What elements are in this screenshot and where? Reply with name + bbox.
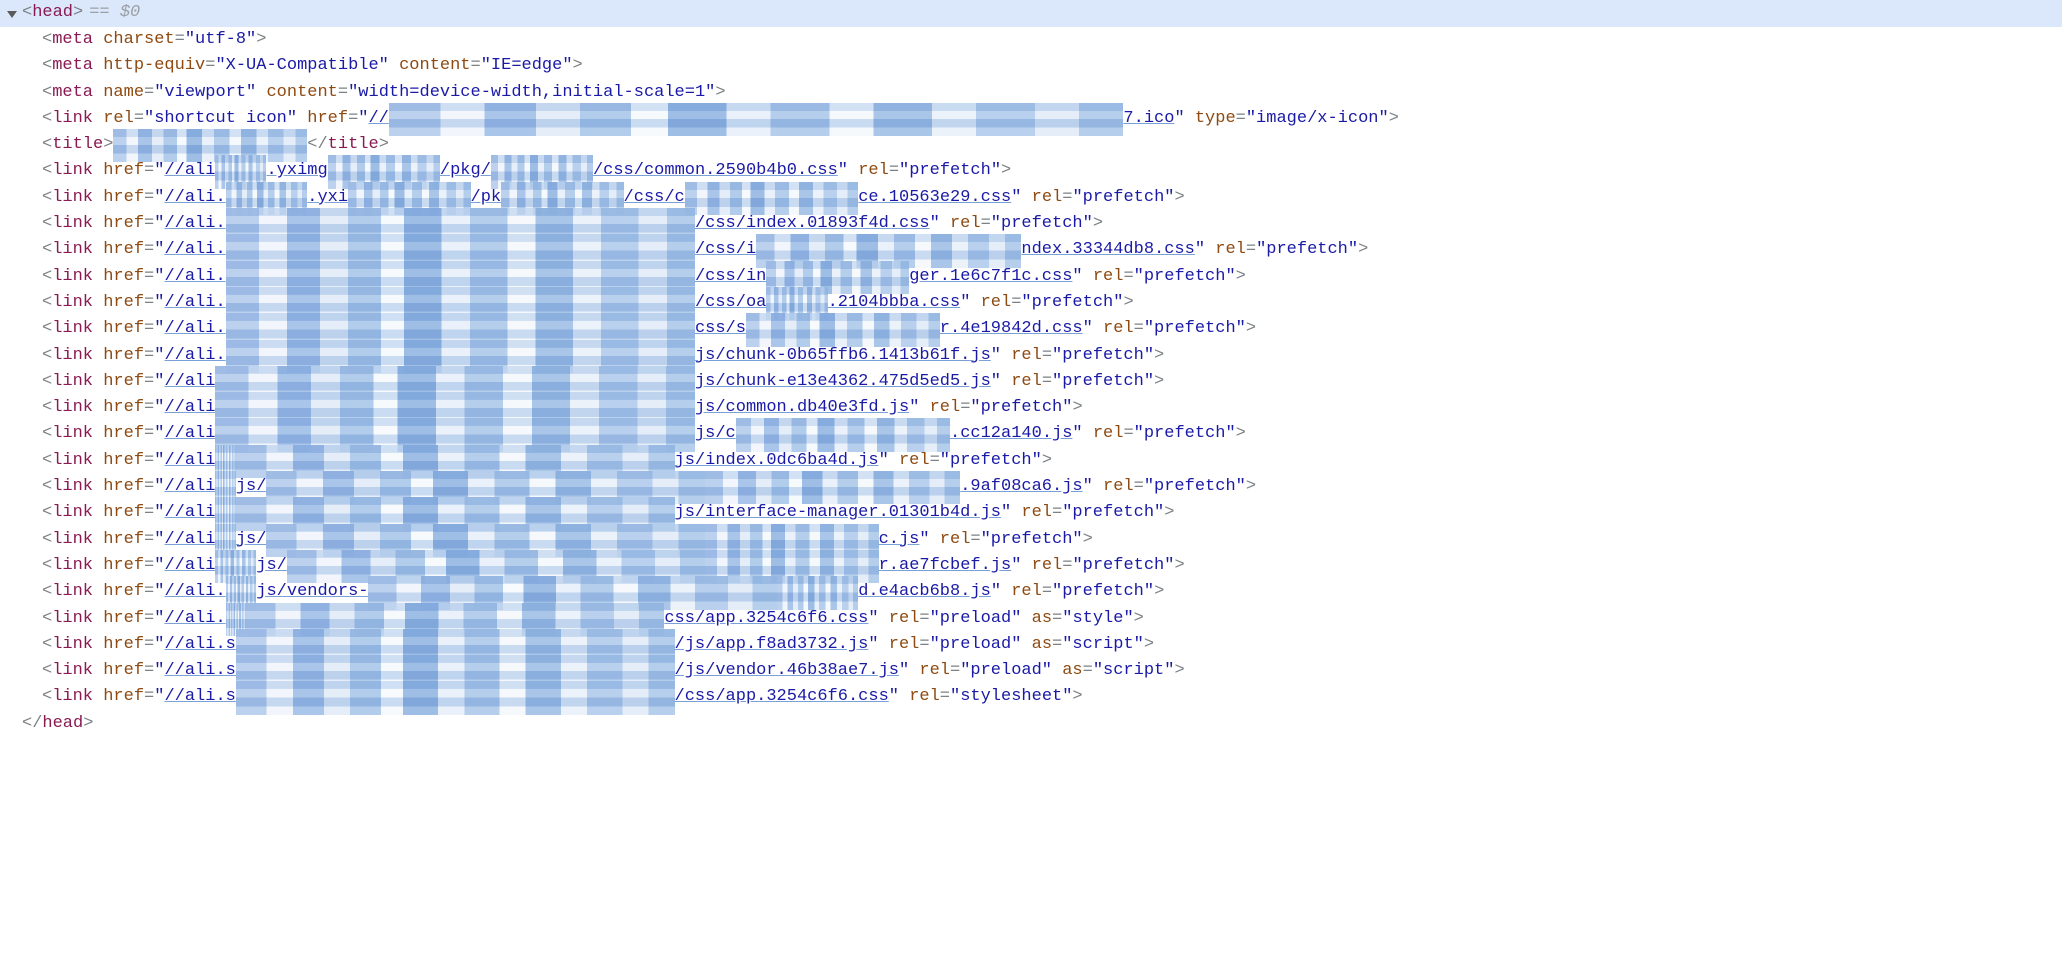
link-tag-17[interactable]: <link href="//ali.xxxxxxxxxxxxxxxxxxxxxx…	[42, 606, 2062, 632]
title-tag[interactable]: <title>xxxxxxxxxxxxxxxxxxx</title>	[42, 132, 2062, 158]
link-tag-14[interactable]: <link href="//alitxjs/xxxxxxxxxxxxxxxxxx…	[42, 527, 2062, 553]
head-children: <meta charset="utf-8"><meta http-equiv="…	[0, 27, 2062, 711]
link-tag-7[interactable]: <link href="//ali.xxxxxxxxxxxxxxxxxxxxxx…	[42, 343, 2062, 369]
link-tag-18[interactable]: <link href="//ali.sxxxxxxxxxxxxxxxxxxxxx…	[42, 632, 2062, 658]
link-tag-3[interactable]: <link href="//ali.xxxxxxxxxxxxxxxxxxxxxx…	[42, 237, 2062, 263]
link-tag-16[interactable]: <link href="//ali.xtxjs/vendors-xxxxxxxx…	[42, 579, 2062, 605]
selection-indicator: == $0	[89, 0, 140, 26]
meta-tag-1[interactable]: <meta http-equiv="X-UA-Compatible" conte…	[42, 53, 2062, 79]
expand-arrow-icon[interactable]	[7, 11, 17, 18]
link-tag-19[interactable]: <link href="//ali.sxxxxxxxxxxxxxxxxxxxxx…	[42, 658, 2062, 684]
link-tag-4[interactable]: <link href="//ali.xxxxxxxxxxxxxxxxxxxxxx…	[42, 264, 2062, 290]
link-tag-20[interactable]: <link href="//ali.sxxxxxxxxxxxxxxxxxxxxx…	[42, 684, 2062, 710]
link-tag-8[interactable]: <link href="//alixxxxxxxxxxxxxxxxxxxxxxx…	[42, 369, 2062, 395]
link-tag-15[interactable]: <link href="//alixtatjs/xxxxxxxxxxxxxxxx…	[42, 553, 2062, 579]
link-tag-0[interactable]: <link href="//alixxxxx.yximgxxxxxxxxxxx/…	[42, 158, 2062, 184]
meta-tag-0[interactable]: <meta charset="utf-8">	[42, 27, 2062, 53]
favicon-link[interactable]: <link rel="shortcut icon" href="//xxxxxx…	[42, 106, 2062, 132]
elements-panel: <head> == $0 <meta charset="utf-8"><meta…	[0, 0, 2062, 737]
link-tag-1[interactable]: <link href="//ali.xxxxxxxx.yxixxxxxxxxxx…	[42, 185, 2062, 211]
head-close-tag: </head>	[0, 711, 2062, 737]
link-tag-9[interactable]: <link href="//alixxxxxxxxxxxxxxxxxxxxxxx…	[42, 395, 2062, 421]
head-tag: head	[32, 0, 73, 26]
link-tag-11[interactable]: <link href="//alitxxxxxxxxxxxxxxxxxxxxxx…	[42, 448, 2062, 474]
link-tag-13[interactable]: <link href="//alitxxxxxxxxxxxxxxxxxxxxxx…	[42, 500, 2062, 526]
link-tag-2[interactable]: <link href="//ali.xxxxxxxxxxxxxxxxxxxxxx…	[42, 211, 2062, 237]
link-tag-12[interactable]: <link href="//alitxjs/xxxxxxxxxxxxxxxxxx…	[42, 474, 2062, 500]
selected-head-row[interactable]: <head> == $0	[0, 0, 2062, 27]
link-tag-6[interactable]: <link href="//ali.xxxxxxxxxxxxxxxxxxxxxx…	[42, 316, 2062, 342]
link-tag-5[interactable]: <link href="//ali.xxxxxxxxxxxxxxxxxxxxxx…	[42, 290, 2062, 316]
link-tag-10[interactable]: <link href="//alixxxxxxxxxxxxxxxxxxxxxxx…	[42, 421, 2062, 447]
meta-tag-2[interactable]: <meta name="viewport" content="width=dev…	[42, 80, 2062, 106]
